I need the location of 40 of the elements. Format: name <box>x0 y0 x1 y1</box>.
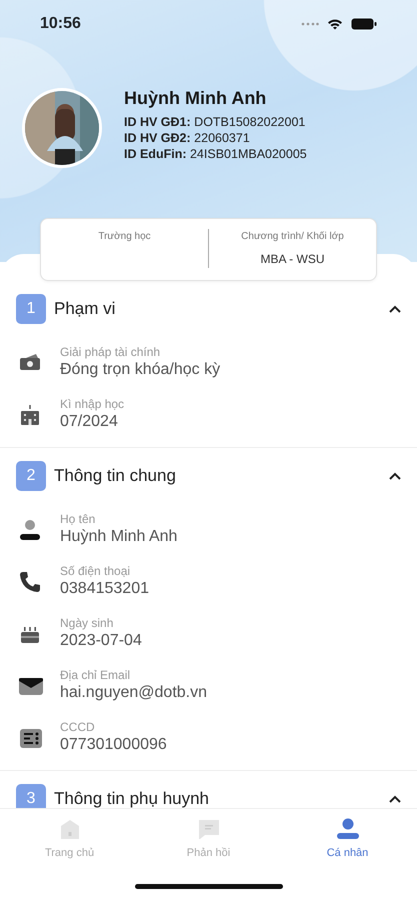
field-label: Kì nhập học <box>60 397 124 412</box>
id-card-icon <box>18 726 44 750</box>
section-number: 2 <box>16 461 46 491</box>
signal-icon <box>301 21 319 27</box>
section-title: Thông tin phụ huynh <box>54 788 210 808</box>
person-icon <box>336 817 360 841</box>
chevron-icon[interactable] <box>389 795 401 803</box>
chevron-icon[interactable] <box>389 472 401 480</box>
field-value: Huỳnh Minh Anh <box>60 526 178 547</box>
section-title: Phạm vi <box>54 298 116 320</box>
tab-button[interactable]: Phản hồi <box>139 817 278 876</box>
field-value: Đóng trọn khóa/học kỳ <box>60 360 220 380</box>
field-label: Địa chỉ Email <box>60 668 132 683</box>
id-line: ID HV GĐ1: DOTB15082022001 <box>124 114 306 130</box>
field-value: hai.nguyen@dotb.vn <box>60 682 208 703</box>
section-number: 3 <box>16 784 46 808</box>
field-label: Chương trình/ Khối lớp <box>240 230 345 244</box>
profile-name: Huỳnh Minh Anh <box>124 88 268 110</box>
field-value: 07/2024 <box>60 412 119 432</box>
field-label: Số điện thoại <box>60 564 132 579</box>
field-value: 0384153201 <box>60 578 149 599</box>
field-value: MBA - WSU <box>259 251 326 268</box>
status-time: 10:56 <box>40 14 81 34</box>
section-number: 1 <box>16 294 46 324</box>
chevron-icon[interactable] <box>389 305 401 313</box>
chat-icon <box>196 817 220 841</box>
tab-button[interactable]: Trang chủ <box>0 817 139 876</box>
tab-button[interactable]: Cá nhân <box>278 817 417 876</box>
field-label: CCCD <box>60 720 96 735</box>
field-label: Giải pháp tài chính <box>60 345 162 360</box>
field-value: 077301000096 <box>60 734 167 755</box>
field-label: Họ tên <box>60 512 96 527</box>
field-label: Trường học <box>97 230 152 244</box>
id-line: ID HV GĐ2: 22060371 <box>124 130 251 146</box>
battery-icon <box>351 18 377 30</box>
id-line: ID EduFin: 24ISB01MBA020005 <box>124 146 307 162</box>
section-title: Thông tin chung <box>54 465 177 488</box>
field-value: 2023-07-04 <box>60 630 142 651</box>
field-label: Ngày sinh <box>60 616 114 631</box>
wifi-icon <box>327 18 343 30</box>
